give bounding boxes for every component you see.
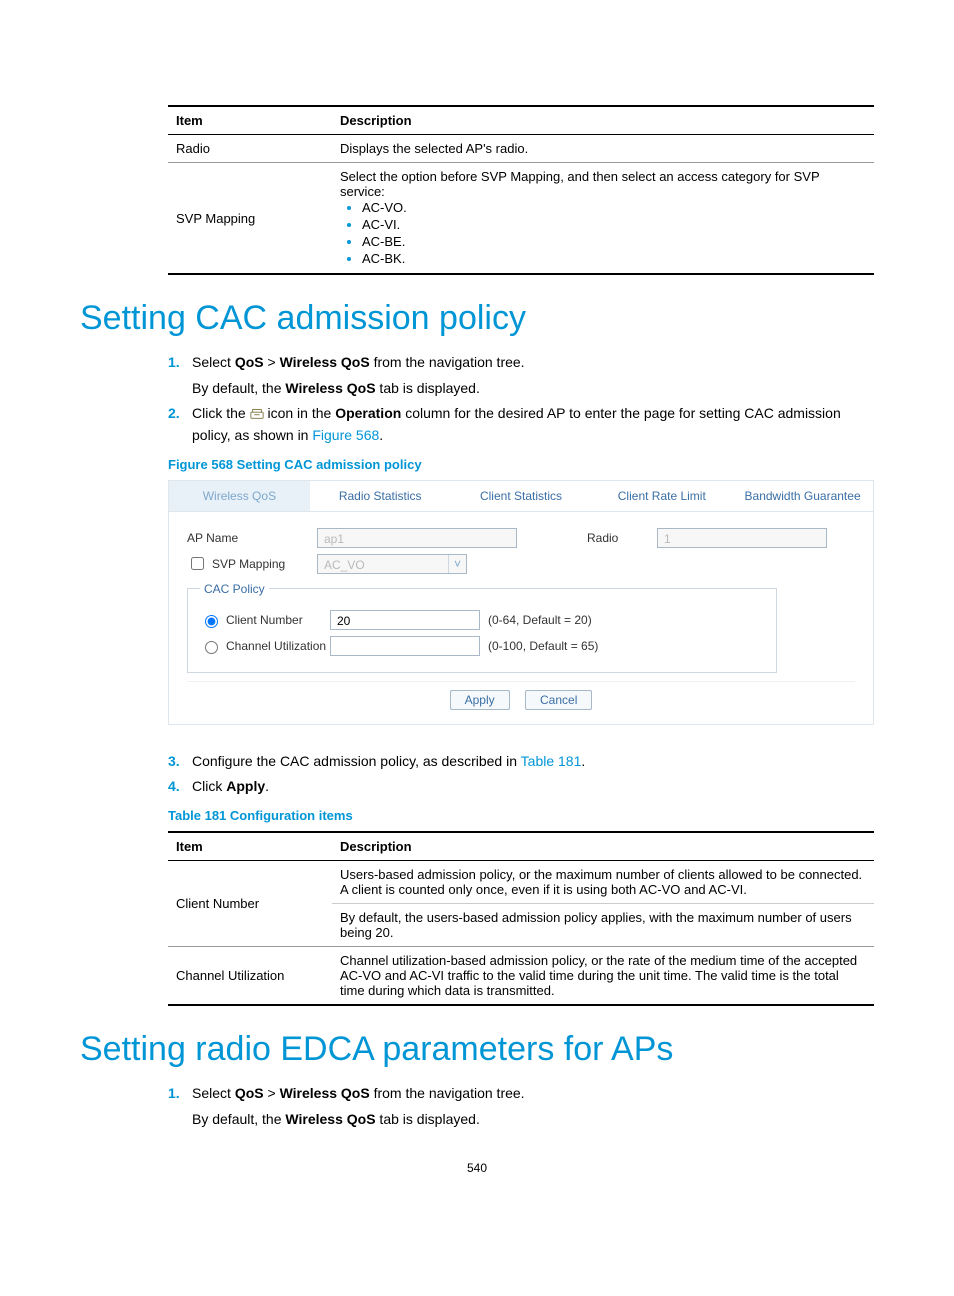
step-number: 1. bbox=[168, 1083, 192, 1130]
list-item: AC-BE. bbox=[362, 233, 866, 250]
table-cell: Displays the selected AP's radio. bbox=[332, 135, 874, 163]
table-cell: Select the option before SVP Mapping, an… bbox=[332, 163, 874, 275]
table-cell: By default, the users-based admission po… bbox=[332, 904, 874, 947]
tab-client-rate-limit[interactable]: Client Rate Limit bbox=[591, 481, 732, 511]
apply-button[interactable]: Apply bbox=[450, 690, 510, 710]
ap-name-label: AP Name bbox=[187, 531, 317, 545]
table-header-item: Item bbox=[168, 832, 332, 861]
step-1: 1. Select QoS > Wireless QoS from the na… bbox=[168, 1083, 874, 1130]
channel-utilization-label: Channel Utilization bbox=[226, 639, 326, 653]
ap-name-field: ap1 bbox=[317, 528, 517, 548]
client-number-input[interactable]: 20 bbox=[330, 610, 480, 630]
list-item: AC-VO. bbox=[362, 199, 866, 216]
cancel-button[interactable]: Cancel bbox=[525, 690, 592, 710]
figure-568-caption: Figure 568 Setting CAC admission policy bbox=[168, 457, 874, 472]
heading-edca-aps: Setting radio EDCA parameters for APs bbox=[80, 1030, 874, 1069]
table-header-description: Description bbox=[332, 106, 874, 135]
list-item: AC-BK. bbox=[362, 250, 866, 267]
table-cell: SVP Mapping bbox=[168, 163, 332, 275]
step-3: 3. Configure the CAC admission policy, a… bbox=[168, 751, 874, 773]
tab-client-statistics[interactable]: Client Statistics bbox=[451, 481, 592, 511]
table-cell: Channel Utilization bbox=[168, 947, 332, 1006]
table-cell: Client Number bbox=[168, 861, 332, 947]
link-table-181[interactable]: Table 181 bbox=[521, 753, 582, 769]
heading-cac-admission: Setting CAC admission policy bbox=[80, 299, 874, 338]
step-number: 3. bbox=[168, 751, 192, 773]
svp-mapping-label: SVP Mapping bbox=[212, 557, 285, 571]
step-1: 1. Select QoS > Wireless QoS from the na… bbox=[168, 352, 874, 399]
tab-bandwidth-guarantee[interactable]: Bandwidth Guarantee bbox=[732, 481, 873, 511]
page-number: 540 bbox=[80, 1161, 874, 1175]
tab-radio-statistics[interactable]: Radio Statistics bbox=[310, 481, 451, 511]
table-181: Item Description Client Number Users-bas… bbox=[168, 831, 874, 1006]
step-4: 4. Click Apply. bbox=[168, 776, 874, 798]
client-number-hint: (0-64, Default = 20) bbox=[488, 613, 592, 627]
channel-utilization-input[interactable] bbox=[330, 636, 480, 656]
table-header-item: Item bbox=[168, 106, 332, 135]
figure-568: Wireless QoS Radio Statistics Client Sta… bbox=[168, 480, 874, 725]
link-figure-568[interactable]: Figure 568 bbox=[312, 427, 379, 443]
step-number: 2. bbox=[168, 403, 192, 446]
step-number: 4. bbox=[168, 776, 192, 798]
cac-policy-fieldset: CAC Policy Client Number 20 (0-64, Defau… bbox=[187, 582, 777, 673]
channel-utilization-hint: (0-100, Default = 65) bbox=[488, 639, 598, 653]
chevron-down-icon: ˅ bbox=[448, 555, 466, 573]
table-181-caption: Table 181 Configuration items bbox=[168, 808, 874, 823]
list-item: AC-VI. bbox=[362, 216, 866, 233]
step-2: 2. Click the icon in the Operation colum… bbox=[168, 403, 874, 446]
table-svp-continuation: Item Description Radio Displays the sele… bbox=[168, 105, 874, 275]
svp-mapping-select[interactable]: AC_VO ˅ bbox=[317, 554, 467, 574]
client-number-radio[interactable] bbox=[205, 615, 218, 628]
client-number-label: Client Number bbox=[226, 613, 303, 627]
radio-label: Radio bbox=[587, 531, 657, 545]
svp-lead: Select the option before SVP Mapping, an… bbox=[340, 169, 819, 199]
operation-icon bbox=[250, 405, 264, 419]
step-number: 1. bbox=[168, 352, 192, 399]
table-header-description: Description bbox=[332, 832, 874, 861]
table-cell: Users-based admission policy, or the max… bbox=[332, 861, 874, 904]
channel-utilization-radio[interactable] bbox=[205, 641, 218, 654]
table-cell: Channel utilization-based admission poli… bbox=[332, 947, 874, 1006]
cac-policy-legend: CAC Policy bbox=[200, 582, 269, 596]
radio-field: 1 bbox=[657, 528, 827, 548]
svp-mapping-checkbox[interactable] bbox=[191, 557, 204, 570]
table-cell: Radio bbox=[168, 135, 332, 163]
tab-wireless-qos[interactable]: Wireless QoS bbox=[169, 481, 310, 511]
